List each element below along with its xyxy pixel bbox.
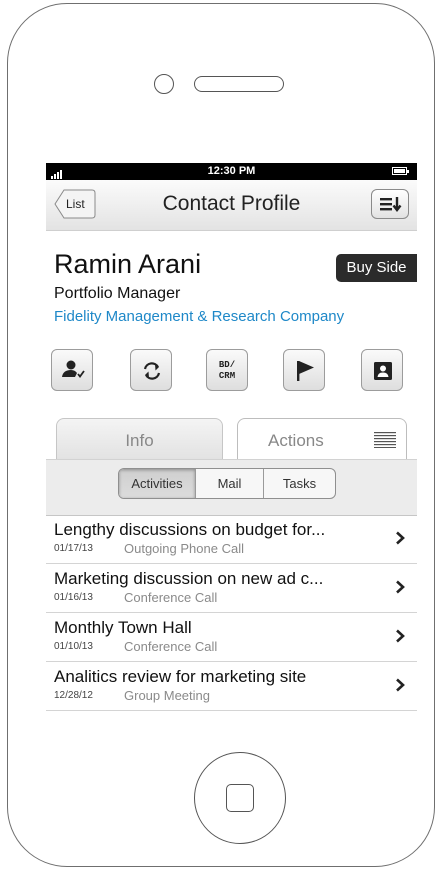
chevron-right-icon bbox=[396, 629, 405, 643]
sort-menu-button[interactable] bbox=[371, 189, 409, 219]
subtab-tasks[interactable]: Tasks bbox=[264, 469, 335, 498]
activity-filter-bar: Activities Mail Tasks bbox=[46, 459, 417, 516]
activity-filter-control: Activities Mail Tasks bbox=[118, 468, 336, 499]
back-label: List bbox=[66, 197, 85, 211]
contact-title: Portfolio Manager bbox=[54, 285, 181, 302]
flag-icon bbox=[297, 361, 314, 381]
battery-icon bbox=[392, 167, 409, 175]
subtab-activities[interactable]: Activities bbox=[119, 469, 196, 498]
sync-button[interactable] bbox=[130, 349, 172, 391]
chevron-right-icon bbox=[396, 531, 405, 545]
home-button[interactable] bbox=[194, 752, 286, 844]
activity-date: 01/16/13 bbox=[54, 592, 93, 603]
person-check-icon bbox=[62, 360, 85, 378]
contact-card-button[interactable] bbox=[361, 349, 403, 391]
contact-card-icon bbox=[374, 362, 392, 380]
bd-crm-button[interactable]: BD/ CRM bbox=[206, 349, 248, 391]
front-camera bbox=[154, 74, 174, 94]
status-time: 12:30 PM bbox=[207, 165, 256, 177]
activity-date: 12/28/12 bbox=[54, 690, 93, 701]
flag-button[interactable] bbox=[283, 349, 325, 391]
activity-type: Conference Call bbox=[124, 590, 218, 605]
home-square-icon bbox=[226, 784, 254, 812]
activity-date: 01/10/13 bbox=[54, 641, 93, 652]
company-link[interactable]: Fidelity Management & Research Company bbox=[54, 308, 344, 325]
page-title: Contact Profile bbox=[162, 192, 301, 215]
app-screen: 12:30 PM List Contact Profile Ramin Aran… bbox=[46, 163, 417, 714]
list-item[interactable]: Analitics review for marketing site 12/2… bbox=[46, 662, 417, 711]
earpiece-speaker bbox=[194, 76, 284, 92]
tab-actions-label: Actions bbox=[268, 431, 324, 450]
assign-contact-button[interactable] bbox=[51, 349, 93, 391]
list-item[interactable]: Marketing discussion on new ad c... 01/1… bbox=[46, 564, 417, 613]
activity-date: 01/17/13 bbox=[54, 543, 93, 554]
bd-crm-icon: BD/ CRM bbox=[218, 360, 236, 381]
activity-list: Lengthy discussions on budget for... 01/… bbox=[46, 515, 417, 711]
sort-list-icon bbox=[380, 197, 402, 212]
buy-side-badge: Buy Side bbox=[336, 254, 417, 282]
contact-name: Ramin Arani bbox=[54, 249, 202, 279]
activity-type: Outgoing Phone Call bbox=[124, 541, 244, 556]
status-bar: 12:30 PM bbox=[46, 163, 417, 180]
sync-icon bbox=[143, 362, 161, 380]
back-button[interactable]: List bbox=[54, 189, 96, 219]
chevron-right-icon bbox=[396, 580, 405, 594]
lines-icon bbox=[374, 432, 396, 448]
list-item[interactable]: Lengthy discussions on budget for... 01/… bbox=[46, 515, 417, 564]
chevron-right-icon bbox=[396, 678, 405, 692]
activity-type: Group Meeting bbox=[124, 688, 210, 703]
activity-type: Conference Call bbox=[124, 639, 218, 654]
tab-actions[interactable]: Actions bbox=[237, 418, 407, 460]
activity-title: Lengthy discussions on budget for... bbox=[54, 520, 326, 539]
activity-title: Analitics review for marketing site bbox=[54, 667, 307, 686]
activity-title: Monthly Town Hall bbox=[54, 618, 192, 637]
subtab-mail[interactable]: Mail bbox=[196, 469, 264, 498]
nav-bar: List Contact Profile bbox=[46, 180, 417, 231]
list-item[interactable]: Monthly Town Hall 01/10/13 Conference Ca… bbox=[46, 613, 417, 662]
tab-info[interactable]: Info bbox=[56, 418, 223, 460]
activity-title: Marketing discussion on new ad c... bbox=[54, 569, 324, 588]
tab-info-label: Info bbox=[125, 431, 154, 450]
